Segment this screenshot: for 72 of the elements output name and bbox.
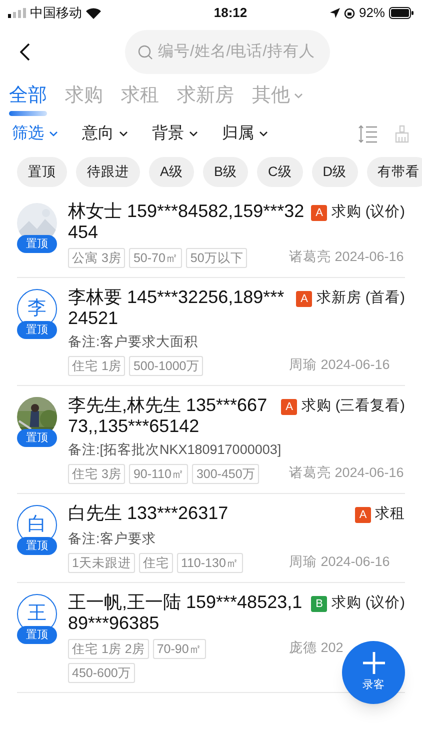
- filter-dropdown[interactable]: 意向: [82, 122, 128, 146]
- filter-chip[interactable]: 待跟进: [76, 157, 140, 187]
- chevron-down-icon: [49, 131, 58, 137]
- carrier-name: 中国移动: [30, 4, 82, 22]
- property-tag: 1天未跟进: [68, 552, 135, 573]
- filter-chip[interactable]: B级: [203, 157, 248, 187]
- agent-date: 诸葛亮 2024-06-16: [289, 465, 404, 480]
- battery-icon: [389, 7, 414, 19]
- category-tab[interactable]: 全部: [9, 82, 47, 116]
- property-tag: 公寓 3房: [68, 248, 126, 268]
- rotation-lock-icon: [344, 8, 355, 18]
- plus-icon: [362, 651, 386, 676]
- pinned-badge: 置顶: [17, 321, 57, 339]
- battery-percent: 92%: [358, 4, 385, 22]
- filter-chip[interactable]: 置顶: [17, 157, 67, 187]
- brush-icon[interactable]: [394, 125, 410, 143]
- filter-chip[interactable]: 有带看: [366, 157, 422, 187]
- pinned-badge: 置顶: [17, 429, 57, 447]
- filter-dropdown[interactable]: 归属: [222, 122, 268, 146]
- client-name-phone: 白先生 133***26317: [68, 503, 230, 524]
- search-icon: [138, 45, 153, 60]
- intent-label: 求购 (议价): [331, 202, 405, 222]
- level-badge: A: [355, 506, 371, 523]
- add-client-button[interactable]: 录客: [342, 641, 405, 704]
- property-tag: 住宅 1房 2房: [68, 638, 149, 659]
- chevron-down-icon: [259, 131, 268, 137]
- client-name-phone: 林女士 159***84582,159***32454: [68, 201, 306, 243]
- property-tag: 住宅: [138, 552, 173, 573]
- filter-chip[interactable]: D级: [312, 157, 358, 187]
- chevron-down-icon: [119, 131, 128, 137]
- intent-label: 求购 (三看复看): [301, 397, 405, 416]
- property-tag: 450-600万: [68, 662, 135, 683]
- signal-icon: [8, 8, 26, 18]
- filter-dropdown[interactable]: 筛选: [12, 122, 58, 146]
- level-badge: B: [311, 596, 328, 612]
- intent-label: 求新房 (首看): [316, 288, 405, 308]
- note-text: 备注:客户要求大面积: [68, 333, 199, 351]
- agent-date: 诸葛亮 2024-06-16: [289, 249, 404, 264]
- property-tag: 500-1000万: [129, 356, 204, 376]
- property-tag: 90-110㎡: [129, 464, 188, 484]
- agent-date: 周瑜 2024-06-16: [289, 357, 390, 372]
- property-tag: 70-90㎡: [152, 638, 206, 659]
- client-name-phone: 李先生,林先生 135***66773,,135***65142: [68, 395, 268, 437]
- search-field[interactable]: 编号/姓名/电话/持有人: [125, 30, 330, 74]
- client-name-phone: 李林要 145***32256,189***24521: [68, 287, 286, 329]
- property-tag: 住宅 3房: [68, 464, 126, 484]
- level-badge: A: [311, 204, 328, 221]
- pinned-badge: 置顶: [17, 235, 57, 253]
- filter-dropdown[interactable]: 背景: [152, 122, 198, 146]
- pinned-badge: 置顶: [17, 626, 57, 644]
- property-tag: 50万以下: [186, 248, 248, 268]
- wifi-icon: [86, 8, 101, 18]
- intent-label: 求购 (议价): [331, 594, 405, 613]
- chevron-down-icon: [189, 131, 198, 137]
- level-badge: A: [296, 290, 312, 307]
- intent-label: 求租: [375, 505, 405, 524]
- agent-date: 庞德 202: [289, 640, 344, 655]
- property-tag: 110-130㎡: [176, 552, 243, 573]
- sort-icon[interactable]: [358, 125, 378, 143]
- filter-chip[interactable]: A级: [149, 157, 194, 187]
- note-text: 备注:[拓客批次NKX180917000003]: [68, 441, 282, 459]
- agent-date: 周瑜 2024-06-16: [289, 554, 390, 569]
- clock-time: 18:12: [214, 4, 248, 22]
- property-tag: 住宅 1房: [68, 356, 126, 376]
- client-name-phone: 王一帆,王一陆 159***48523,189***96385: [68, 592, 304, 634]
- property-tag: 50-70㎡: [129, 248, 182, 268]
- location-arrow-icon: [330, 8, 340, 18]
- property-tag: 300-450万: [192, 464, 260, 484]
- filter-chip[interactable]: C级: [257, 157, 303, 187]
- pinned-badge: 置顶: [17, 537, 57, 555]
- level-badge: A: [281, 398, 298, 415]
- note-text: 备注:客户要求: [68, 530, 157, 548]
